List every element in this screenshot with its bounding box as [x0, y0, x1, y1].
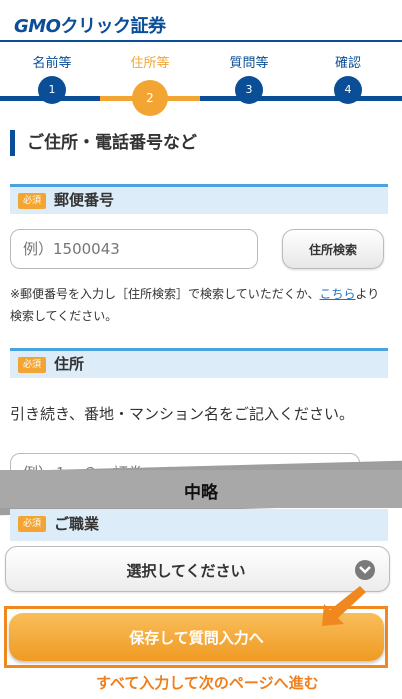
step-4: 確認 4	[298, 54, 398, 104]
postal-code-title: 郵便番号	[54, 191, 115, 209]
section-title: ご住所・電話番号など	[10, 130, 197, 156]
step-number: 1	[38, 76, 66, 104]
postal-code-header: 必須 郵便番号	[10, 184, 388, 214]
progress-line-remaining	[200, 96, 402, 101]
step-2: 住所等 2	[100, 54, 200, 116]
progress-steps: 名前等 1 住所等 2 質問等 3 確認 4	[0, 54, 402, 116]
brand-logo: GMOクリック証券	[14, 12, 166, 38]
address-title: 住所	[54, 355, 85, 373]
postal-note: ※郵便番号を入力し［住所検索］で検索していただくか、こちらより検索してください。	[10, 283, 390, 327]
address-description: 引き続き、番地・マンション名をご記入ください。	[10, 405, 354, 423]
step-1: 名前等 1	[2, 54, 102, 104]
occupation-header: 必須 ご職業	[10, 509, 388, 541]
step-number: 3	[235, 76, 263, 104]
app-header: GMOクリック証券	[0, 0, 402, 42]
postal-code-input[interactable]	[10, 229, 258, 269]
address-header: 必須 住所	[10, 348, 388, 378]
arrow-icon	[322, 586, 366, 626]
address-search-button[interactable]: 住所検索	[282, 229, 384, 269]
logo-text: クリック証券	[60, 16, 167, 37]
omitted-label: 中略	[184, 483, 218, 503]
step-number: 2	[132, 80, 168, 116]
callout-text: すべて入力して次のページへ進む	[96, 674, 319, 692]
required-badge: 必須	[18, 357, 46, 373]
postal-note-prefix: ※郵便番号を入力し［住所検索］で検索していただくか、	[10, 287, 320, 301]
required-badge: 必須	[18, 193, 46, 209]
chevron-down-icon	[355, 560, 375, 580]
step-label: 確認	[334, 56, 361, 71]
step-label: 住所等	[130, 56, 170, 71]
required-badge: 必須	[18, 516, 46, 532]
occupation-select-value: 選択してください	[126, 562, 246, 580]
step-3: 質問等 3	[199, 54, 299, 104]
step-label: 質問等	[229, 56, 269, 71]
occupation-title: ご職業	[54, 515, 100, 533]
step-label: 名前等	[32, 56, 72, 71]
logo-gmo: GMO	[14, 16, 61, 37]
step-number: 4	[334, 76, 362, 104]
postal-search-link[interactable]: こちら	[319, 287, 355, 301]
